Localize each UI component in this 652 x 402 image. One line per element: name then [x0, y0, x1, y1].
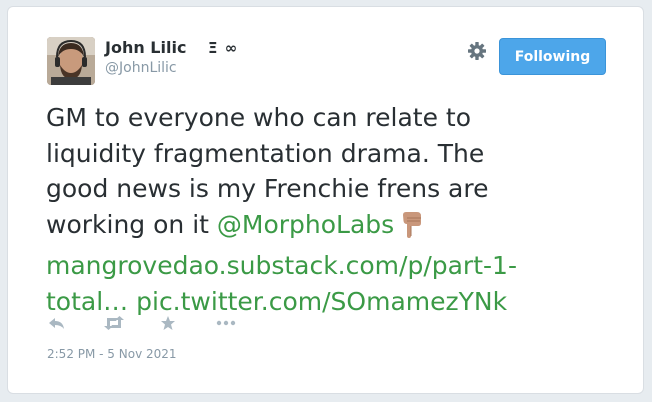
- favorite-icon[interactable]: [160, 315, 176, 335]
- tweet-line-link: mangrovedao.substack.com/p/part-1-: [46, 248, 631, 284]
- reply-icon[interactable]: [48, 315, 66, 335]
- embedded-tweet-card: John Lilic Ξ ∞ @JohnLilic Following GM t…: [7, 6, 644, 394]
- tweet-line-link-2: total… pic.twitter.com/SOmamezYNk: [46, 284, 631, 320]
- tweet-line: working on it: [46, 209, 217, 239]
- following-button[interactable]: Following: [499, 38, 606, 75]
- substack-link-continued[interactable]: total…: [46, 287, 128, 316]
- tweet-line-with-mention: working on it @MorphoLabs: [46, 207, 631, 249]
- avatar[interactable]: [47, 37, 95, 85]
- pointing-down-icon: [400, 211, 424, 249]
- tweet-timestamp[interactable]: 2:52 PM - 5 Nov 2021: [47, 347, 177, 361]
- tweet-line: liquidity fragmentation drama. The: [46, 138, 485, 168]
- retweet-icon[interactable]: [103, 315, 125, 335]
- avatar-photo: [47, 37, 95, 85]
- tweet-text: GM to everyone who can relate to liquidi…: [46, 100, 631, 319]
- tweet-line: good news is my Frenchie frens are: [46, 174, 489, 203]
- more-icon[interactable]: [216, 315, 236, 335]
- pic-link[interactable]: pic.twitter.com/SOmamezYNk: [136, 287, 507, 316]
- substack-link[interactable]: mangrovedao.substack.com/p/part-1-: [46, 251, 517, 280]
- name-emoji-suffix: Ξ ∞: [208, 39, 239, 57]
- following-button-label: Following: [514, 48, 591, 65]
- display-name[interactable]: John Lilic: [105, 38, 186, 57]
- mention-link[interactable]: @MorphoLabs: [217, 210, 394, 239]
- tweet-line: GM to everyone who can relate to: [46, 103, 472, 132]
- user-handle[interactable]: @JohnLilic: [105, 60, 177, 76]
- gear-icon[interactable]: [467, 41, 487, 61]
